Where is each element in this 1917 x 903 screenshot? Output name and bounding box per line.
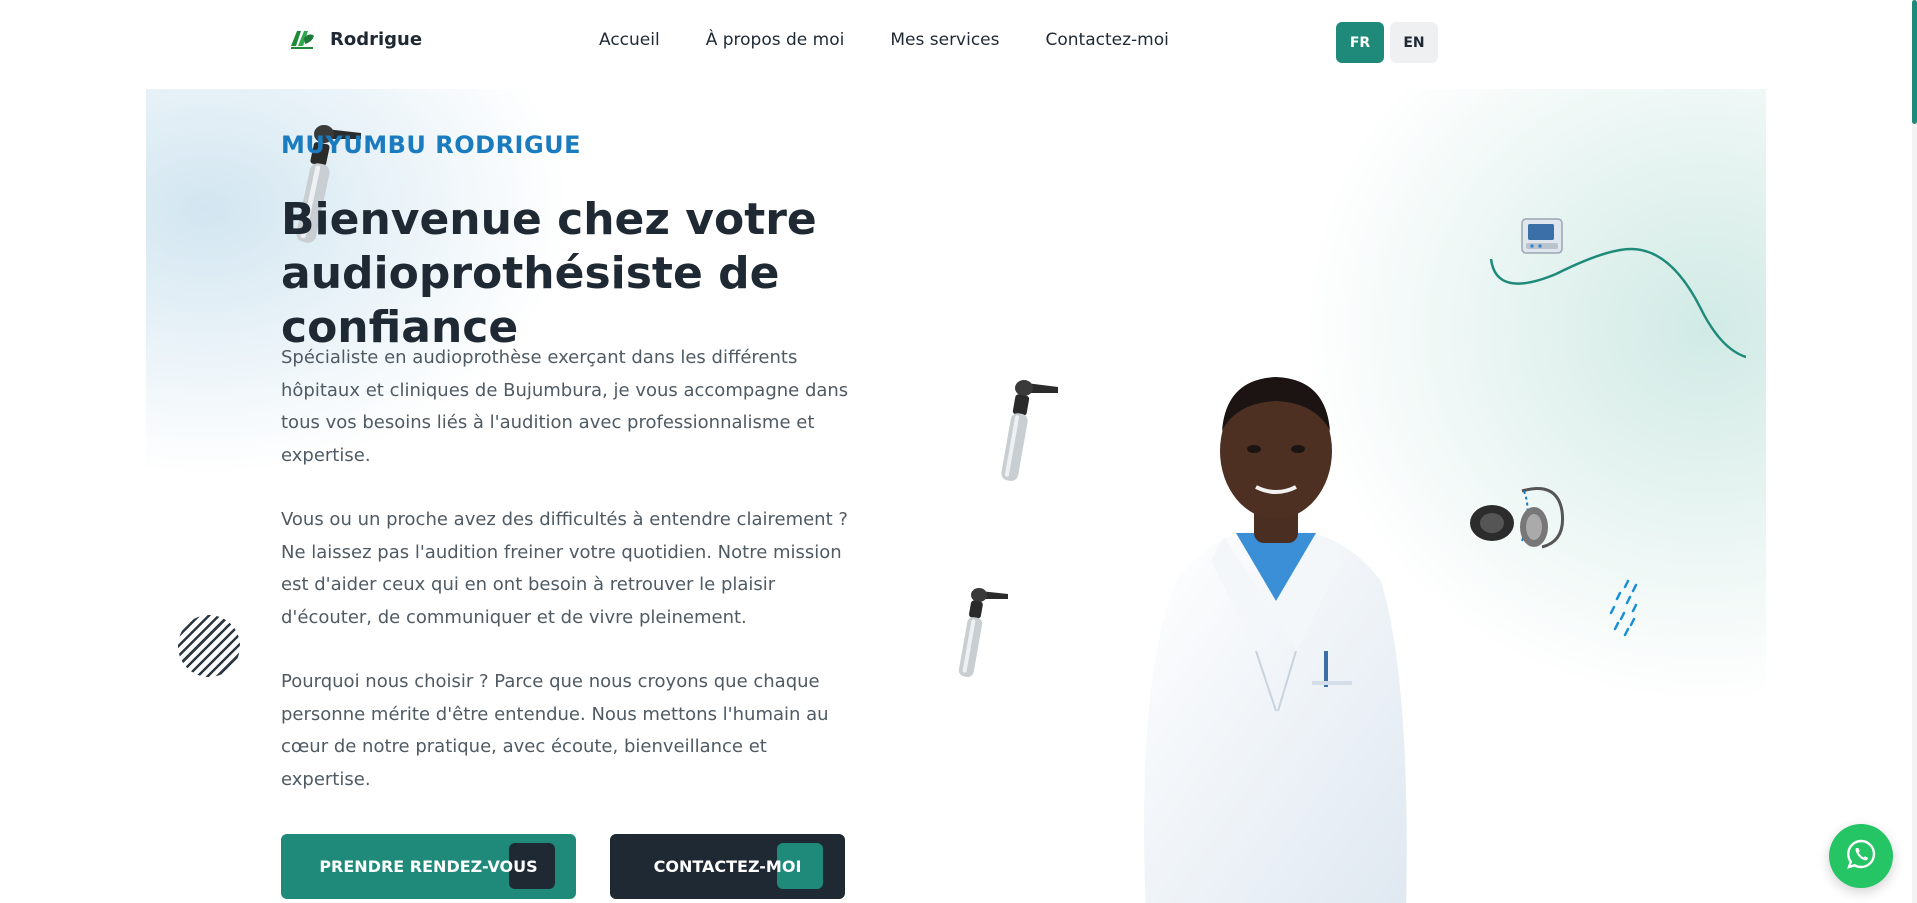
hero-title-line-1: Bienvenue chez votre	[281, 194, 817, 245]
hero-section: MUYUMBU RODRIGUE Bienvenue chez votre au…	[146, 89, 1766, 903]
hero-eyebrow-name: MUYUMBU RODRIGUE	[281, 131, 582, 159]
hero-paragraph-why: Pourquoi nous choisir ? Parce que nous c…	[281, 671, 829, 790]
audiometer-icon	[1516, 213, 1576, 267]
hero-paragraph-intro: Spécialiste en audioprothèse exerçant da…	[281, 347, 849, 466]
language-en-button[interactable]: EN	[1390, 22, 1438, 63]
hero-title-line-2: audioprothésiste de confiance	[281, 248, 780, 353]
brand-logo-link[interactable]: Rodrigue	[288, 26, 422, 52]
main-nav: Accueil À propos de moi Mes services Con…	[599, 30, 1169, 50]
site-header: Rodrigue Accueil À propos de moi Mes ser…	[0, 0, 1917, 89]
nav-link-a-propos[interactable]: À propos de moi	[706, 30, 845, 50]
nav-link-contact[interactable]: Contactez-moi	[1046, 30, 1169, 50]
language-switcher: FR EN	[1336, 22, 1438, 63]
book-appointment-label: PRENDRE RENDEZ-VOUS	[319, 857, 538, 876]
contact-me-button[interactable]: CONTACTEZ-MOI	[610, 834, 845, 899]
whatsapp-chat-button[interactable]	[1829, 824, 1893, 888]
hero-title: Bienvenue chez votre audioprothésiste de…	[281, 193, 1001, 355]
language-fr-button[interactable]: FR	[1336, 22, 1384, 63]
contact-me-label: CONTACTEZ-MOI	[653, 857, 802, 876]
striped-circle-decoration	[178, 615, 240, 677]
nav-link-services[interactable]: Mes services	[890, 30, 999, 50]
headphones-icon	[1462, 481, 1572, 565]
whatsapp-icon	[1844, 837, 1878, 875]
otoscope-icon	[946, 577, 1016, 686]
logo-mark-icon	[288, 26, 316, 52]
scrollbar-thumb[interactable]	[1912, 0, 1917, 124]
otoscope-icon	[986, 367, 1066, 491]
dots-icon	[1606, 577, 1646, 641]
nav-link-accueil[interactable]: Accueil	[599, 30, 660, 50]
book-appointment-button[interactable]: PRENDRE RENDEZ-VOUS	[281, 834, 576, 899]
hero-portrait	[1106, 351, 1446, 903]
hero-paragraph-mission: Vous ou un proche avez des difficultés à…	[281, 509, 848, 628]
page-scrollbar[interactable]	[1912, 0, 1917, 903]
brand-name: Rodrigue	[330, 28, 423, 50]
